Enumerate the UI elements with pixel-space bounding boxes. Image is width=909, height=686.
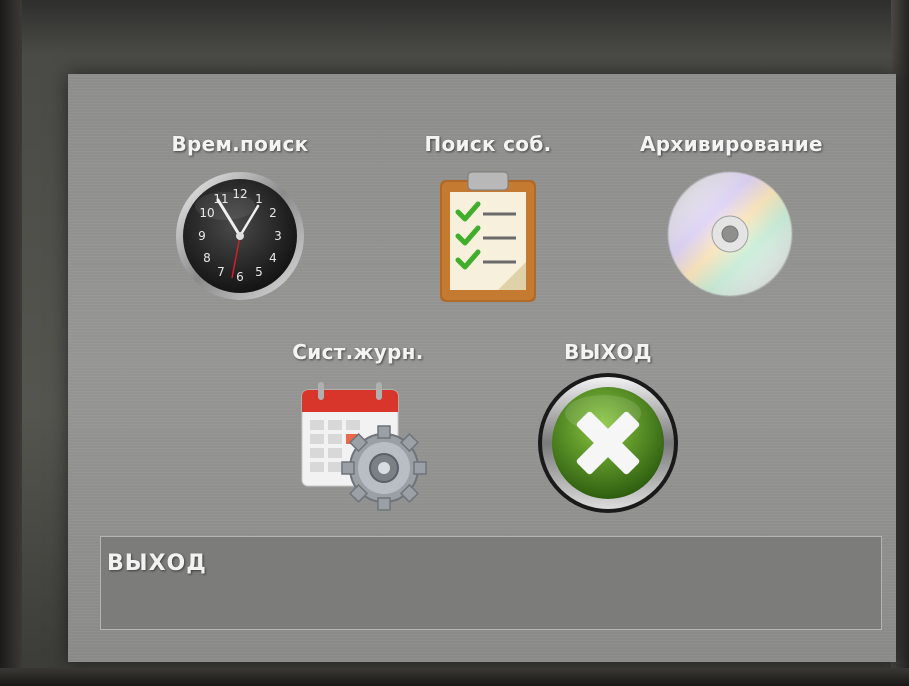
clock-numeral: 1 bbox=[255, 192, 263, 206]
menu-item-label: Архивирование bbox=[640, 132, 823, 156]
menu-item-exit[interactable]: ВЫХОД bbox=[518, 340, 698, 518]
calendar-gear-icon bbox=[301, 382, 427, 511]
clock-numeral: 8 bbox=[203, 251, 211, 265]
menu-item-label: Врем.поиск bbox=[171, 132, 309, 156]
menu-item-label: ВЫХОД bbox=[564, 340, 652, 364]
monitor-bezel-bottom bbox=[0, 668, 909, 686]
clock-numeral: 5 bbox=[255, 265, 263, 279]
cd-disc-icon bbox=[667, 171, 793, 297]
menu-item-event-search[interactable]: Поиск соб. bbox=[398, 132, 578, 306]
clock-numeral: 6 bbox=[236, 270, 244, 284]
clock-numeral: 4 bbox=[269, 251, 277, 265]
menu-item-label: Поиск соб. bbox=[424, 132, 552, 156]
clock-numeral: 2 bbox=[269, 206, 277, 220]
menu-item-system-log[interactable]: Сист.журн. bbox=[268, 340, 448, 516]
monitor-bezel-left bbox=[0, 0, 22, 686]
clock-numeral: 3 bbox=[274, 229, 282, 243]
status-text: ВЫХОД bbox=[107, 551, 207, 576]
clock-numeral: 7 bbox=[217, 265, 225, 279]
status-bar: ВЫХОД bbox=[100, 536, 882, 630]
clipboard-checklist-icon bbox=[440, 171, 536, 302]
menu-item-time-search[interactable]: Врем.поиск 12 1 2 3 4 5 6 7 8 9 10 11 bbox=[150, 132, 330, 306]
clock-numeral: 9 bbox=[198, 229, 206, 243]
clock-icon: 12 1 2 3 4 5 6 7 8 9 10 11 bbox=[176, 172, 304, 300]
menu-item-label: Сист.журн. bbox=[292, 340, 424, 364]
exit-x-icon bbox=[538, 373, 678, 513]
menu-item-archiving[interactable]: Архивирование bbox=[640, 132, 823, 308]
